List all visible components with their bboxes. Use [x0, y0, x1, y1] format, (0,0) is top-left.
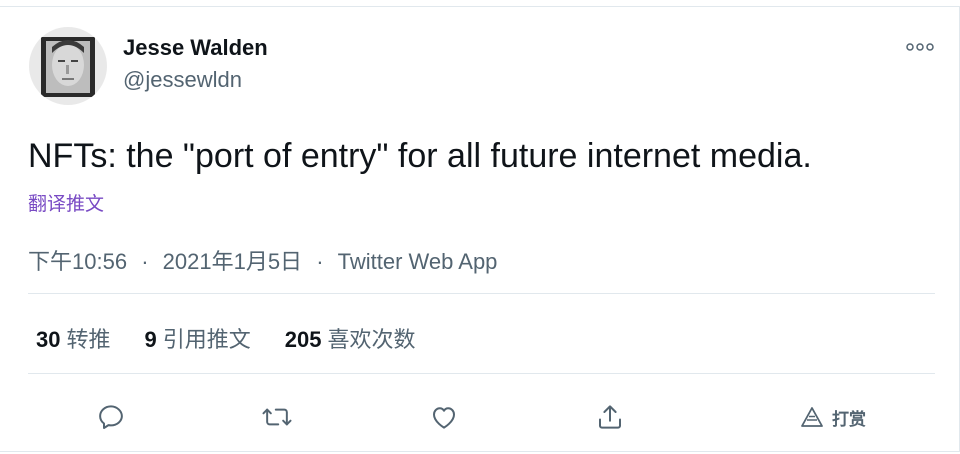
retweet-icon — [262, 408, 292, 426]
like-button[interactable] — [424, 397, 464, 437]
tweet-text: NFTs: the "port of entry" for all future… — [28, 137, 812, 175]
quotes-stat[interactable]: 9 引用推文 — [145, 322, 251, 354]
retweets-count: 30 — [36, 327, 61, 352]
quotes-label: 引用推文 — [162, 327, 251, 352]
reply-icon — [99, 405, 123, 429]
tip-label: 打赏 — [832, 409, 866, 429]
tip-button[interactable]: 打赏 — [800, 399, 866, 435]
likes-count: 205 — [284, 327, 322, 352]
divider — [28, 293, 935, 294]
meta-separator: · — [316, 249, 324, 274]
tweet-time[interactable]: 下午10:56 — [28, 249, 127, 274]
tweet-stats: 30 转推 9 引用推文 205 喜欢次数 — [36, 322, 416, 354]
more-options-button[interactable] — [900, 33, 940, 61]
meta-separator: · — [141, 249, 149, 274]
divider — [28, 373, 935, 374]
avatar-image — [29, 27, 107, 105]
translate-link[interactable]: 翻译推文 — [28, 189, 104, 216]
share-icon — [599, 405, 621, 429]
quotes-count: 9 — [144, 327, 157, 352]
retweet-button[interactable] — [257, 397, 297, 437]
tweet-source[interactable]: Twitter Web App — [338, 249, 498, 274]
retweets-label: 转推 — [66, 327, 111, 352]
likes-stat[interactable]: 205 喜欢次数 — [285, 322, 416, 354]
tweet-card: Jesse Walden @jessewldn NFTs: the "port … — [0, 6, 960, 452]
reply-button[interactable] — [91, 397, 131, 437]
share-button[interactable] — [590, 397, 630, 437]
tweet-date[interactable]: 2021年1月5日 — [163, 249, 302, 274]
avatar[interactable] — [29, 27, 107, 105]
tweet-meta: 下午10:56 · 2021年1月5日 · Twitter Web App — [28, 244, 497, 276]
author-name[interactable]: Jesse Walden — [123, 35, 268, 61]
like-icon — [433, 407, 455, 429]
more-icon — [906, 43, 934, 51]
likes-label: 喜欢次数 — [327, 327, 416, 352]
retweets-stat[interactable]: 30 转推 — [36, 322, 111, 354]
tip-icon — [801, 407, 823, 427]
author-handle[interactable]: @jessewldn — [123, 67, 242, 93]
